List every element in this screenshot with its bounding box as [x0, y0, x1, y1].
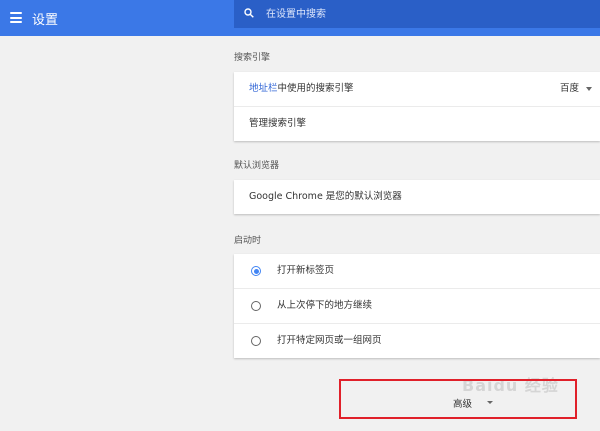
address-bar-search-engine-row[interactable]: 地址栏中使用的搜索引擎 百度	[234, 72, 600, 106]
radio-continue[interactable]	[251, 301, 261, 311]
search-icon	[244, 8, 254, 18]
default-browser-card: Google Chrome 是您的默认浏览器	[234, 180, 600, 214]
address-bar-row-label: 中使用的搜索引擎	[277, 83, 354, 94]
section-title-default-browser: 默认浏览器	[234, 161, 280, 171]
radio-new-tab[interactable]	[251, 266, 261, 276]
advanced-button[interactable]: 高级	[453, 396, 472, 410]
search-engine-select[interactable]: 百度	[560, 72, 579, 106]
section-title-startup: 启动时	[234, 236, 262, 246]
search-input[interactable]	[266, 6, 566, 22]
header-extension	[234, 28, 600, 36]
manage-search-engines-label: 管理搜索引擎	[249, 118, 307, 129]
startup-option-label: 打开新标签页	[277, 265, 335, 276]
startup-option-specific-pages[interactable]: 打开特定网页或一组网页	[234, 323, 600, 358]
search-bar[interactable]	[234, 0, 600, 28]
chevron-down-icon[interactable]	[586, 87, 592, 91]
manage-search-engines-row[interactable]: 管理搜索引擎	[234, 106, 600, 141]
default-browser-status: Google Chrome 是您的默认浏览器	[249, 191, 402, 202]
startup-option-label: 打开特定网页或一组网页	[277, 335, 382, 346]
address-bar-link[interactable]: 地址栏	[249, 83, 278, 94]
page-title: 设置	[32, 13, 59, 28]
radio-specific-pages[interactable]	[251, 336, 261, 346]
section-title-search-engine: 搜索引擎	[234, 53, 271, 63]
chevron-down-icon[interactable]	[487, 401, 493, 404]
startup-option-new-tab[interactable]: 打开新标签页	[234, 254, 600, 288]
search-engine-card: 地址栏中使用的搜索引擎 百度 管理搜索引擎	[234, 72, 600, 141]
startup-card: 打开新标签页 从上次停下的地方继续 打开特定网页或一组网页	[234, 254, 600, 358]
hamburger-menu-icon[interactable]	[10, 12, 22, 23]
default-browser-row: Google Chrome 是您的默认浏览器	[234, 180, 600, 214]
startup-option-continue[interactable]: 从上次停下的地方继续	[234, 288, 600, 323]
startup-option-label: 从上次停下的地方继续	[277, 300, 373, 311]
